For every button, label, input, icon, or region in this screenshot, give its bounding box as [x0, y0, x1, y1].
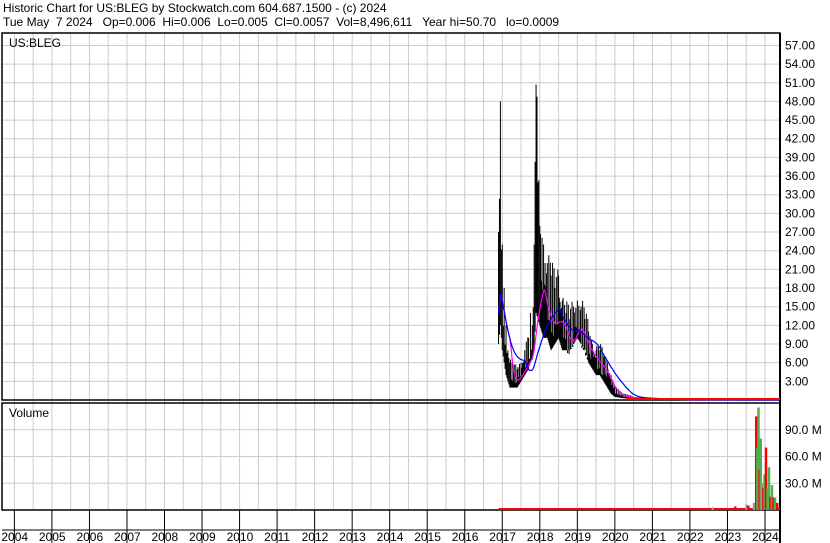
- y-tick-label: 51.00: [785, 76, 815, 90]
- volume-bar: [711, 507, 714, 510]
- x-tick-label: 2018: [527, 530, 554, 543]
- volume-bar: [773, 497, 777, 510]
- y-tick-label: 42.00: [785, 132, 815, 146]
- volume-panel-title: Volume: [9, 406, 49, 420]
- x-tick-label: 2024: [752, 530, 779, 543]
- y-tick-label: 48.00: [785, 94, 815, 108]
- y-tick-label: 36.00: [785, 169, 815, 183]
- y-tick-label: 18.00: [785, 281, 815, 295]
- x-tick-label: 2010: [227, 530, 254, 543]
- x-tick-label: 2023: [714, 530, 741, 543]
- x-tick-label: 2015: [414, 530, 441, 543]
- x-tick-label: 2006: [76, 530, 103, 543]
- volume-tick-label: 30.0 M: [785, 476, 822, 490]
- x-tick-label: 2008: [152, 530, 179, 543]
- y-tick-label: 15.00: [785, 300, 815, 314]
- y-tick-label: 21.00: [785, 262, 815, 276]
- y-tick-label: 45.00: [785, 113, 815, 127]
- x-tick-label: 2014: [377, 530, 404, 543]
- y-tick-label: 24.00: [785, 244, 815, 258]
- volume-tick-label: 60.0 M: [785, 450, 822, 464]
- x-tick-label: 2020: [602, 530, 629, 543]
- volume-tick-label: 90.0 M: [785, 423, 822, 437]
- x-tick-label: 2019: [564, 530, 591, 543]
- x-tick-label: 2011: [264, 530, 290, 543]
- y-tick-label: 6.00: [785, 356, 809, 370]
- y-tick-label: 9.00: [785, 337, 809, 351]
- volume-bar: [747, 505, 750, 510]
- price-volume-chart: 3.00 6.00 9.00 12.00 15.00 18.00 21.00 24.00 27.…: [1, 32, 822, 543]
- volume-bar: [715, 508, 718, 510]
- volume-bar: [752, 502, 756, 510]
- x-tick-label: 2016: [452, 530, 479, 543]
- y-tick-label: 33.00: [785, 188, 815, 202]
- y-tick-label: 54.00: [785, 57, 815, 71]
- x-tick-label: 2012: [302, 530, 329, 543]
- chart-window: Historic Chart for US:BLEG by Stockwatch…: [0, 0, 830, 543]
- y-tick-label: 27.00: [785, 225, 815, 239]
- price-panel-frame: [1, 32, 781, 401]
- x-tick-label: 2021: [639, 530, 666, 543]
- y-tick-label: 30.00: [785, 206, 815, 220]
- y-tick-label: 12.00: [785, 318, 815, 332]
- x-tick-label: 2009: [189, 530, 216, 543]
- x-tick-label: 2007: [114, 530, 141, 543]
- volume-bar: [733, 506, 737, 510]
- x-tick-label: 2017: [489, 530, 516, 543]
- x-tick-label: 2013: [339, 530, 366, 543]
- y-tick-label: 39.00: [785, 150, 815, 164]
- x-tick-label: 2005: [39, 530, 66, 543]
- price-panel-title: US:BLEG: [9, 36, 61, 50]
- y-tick-label: 3.00: [785, 374, 809, 388]
- x-tick-label: 2004: [1, 530, 28, 543]
- volume-bar: [775, 502, 779, 510]
- x-tick-label: 2022: [677, 530, 704, 543]
- y-tick-label: 57.00: [785, 38, 815, 52]
